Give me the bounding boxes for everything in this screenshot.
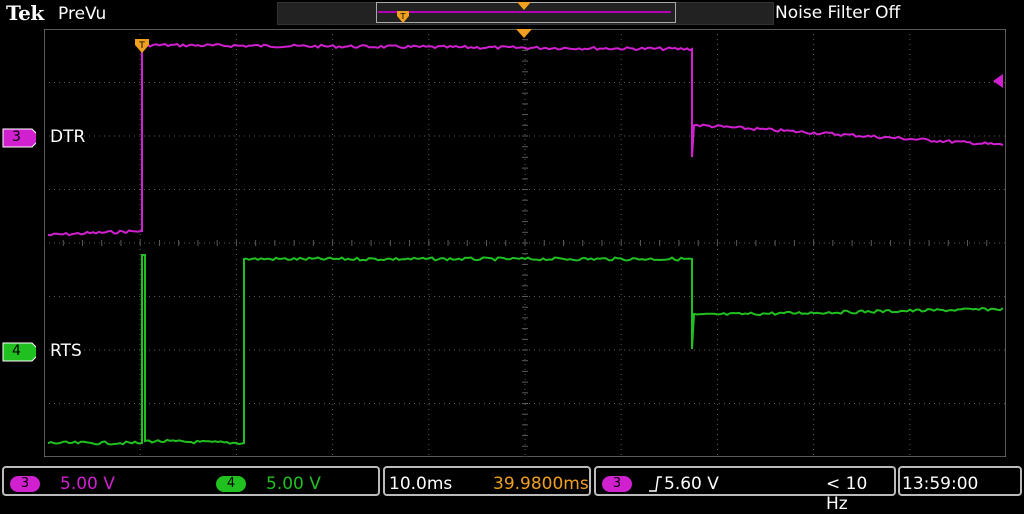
ch3-scale: 5.00 V: [60, 474, 115, 494]
horizontal-panel[interactable]: 10.0ms 39.9800ms: [383, 466, 591, 496]
trigger-level-value: 5.60 V: [664, 474, 719, 494]
ch3-badge: 3: [10, 476, 40, 492]
vertical-scale-panel[interactable]: 3 5.00 V 4 5.00 V: [2, 466, 380, 496]
ch4-label: RTS: [50, 341, 82, 361]
trigger-level-icon[interactable]: [991, 74, 1003, 88]
ch4-badge: 4: [216, 476, 246, 492]
record-position-icon: [517, 2, 531, 10]
brand-logo: Tek: [6, 1, 44, 25]
top-bar: Tek PreVu T Noise Filter Off: [0, 0, 1024, 28]
trigger-position-icon[interactable]: T: [134, 38, 150, 54]
svg-text:T: T: [400, 12, 406, 21]
timebase-value: 10.0ms: [389, 474, 453, 494]
svg-text:T: T: [138, 41, 145, 51]
ch3-marker-number: 3: [12, 129, 21, 145]
mode-label: PreVu: [58, 4, 107, 24]
clock-time: 13:59:00: [902, 474, 979, 494]
ch3-label: DTR: [50, 127, 86, 147]
record-trigger-icon: T: [397, 11, 409, 23]
status-bar: 3 5.00 V 4 5.00 V 10.0ms 39.9800ms 3 5.6…: [0, 464, 1024, 514]
trigger-position-value: 39.9800ms: [493, 474, 589, 494]
rising-edge-icon: [649, 476, 662, 492]
noise-filter-status: Noise Filter Off: [775, 3, 901, 23]
trigger-source-badge: 3: [602, 476, 632, 492]
graticule: [44, 29, 1006, 457]
horizontal-position-icon[interactable]: [516, 29, 532, 39]
ch4-marker-number: 4: [12, 343, 21, 359]
clock-panel: 13:59:00: [898, 466, 1022, 496]
trigger-panel[interactable]: 3 5.60 V < 10 Hz: [594, 466, 896, 514]
ch4-scale: 5.00 V: [266, 474, 321, 494]
waveform-display[interactable]: [44, 29, 1006, 457]
trigger-frequency: < 10 Hz: [826, 474, 868, 514]
